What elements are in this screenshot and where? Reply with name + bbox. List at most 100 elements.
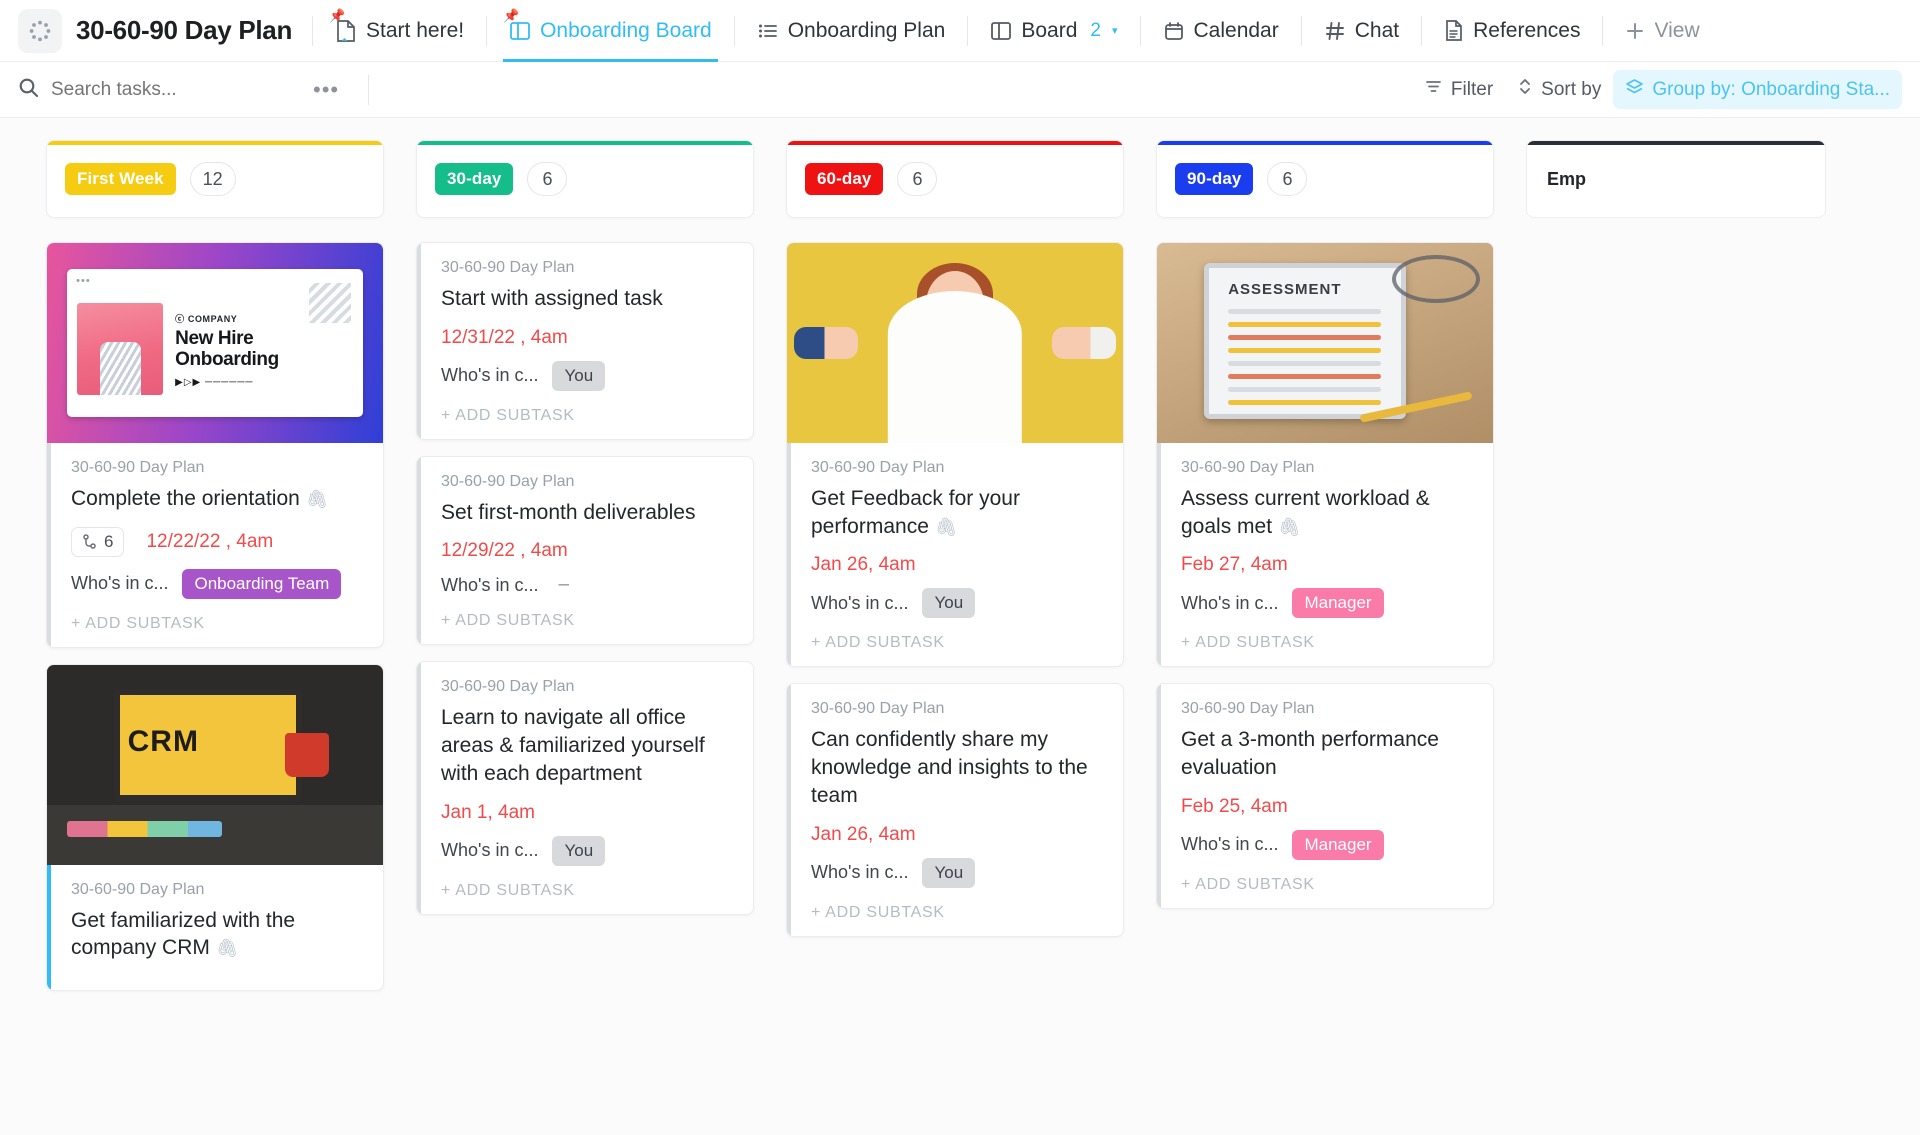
add-subtask-button[interactable]: + ADD SUBTASK [441,872,733,900]
task-card[interactable]: 30-60-90 Day Plan Can confidently share … [786,683,1124,937]
sort-button[interactable]: Sort by [1505,70,1613,109]
card-body: 30-60-90 Day Plan Get familiarized with … [47,865,383,990]
add-subtask-button[interactable]: + ADD SUBTASK [71,605,363,633]
nav-label: References [1473,18,1581,42]
more-options-icon[interactable]: ••• [313,77,339,103]
card-meta: 12/29/22 , 4am [441,540,733,562]
subtask-count[interactable]: 6 [71,526,125,557]
task-card[interactable]: 30-60-90 Day Plan Learn to navigate all … [416,661,754,915]
nav-onboarding-plan[interactable]: Onboarding Plan [745,0,958,62]
pin-icon: 📌 [329,7,346,23]
cover-heading-2: Onboarding [175,348,279,370]
add-subtask-button[interactable]: + ADD SUBTASK [1181,866,1473,894]
field-tag[interactable]: You [552,835,606,866]
field-tag[interactable]: Manager [1292,588,1384,619]
task-card[interactable]: CRM 30-60-90 Day Plan Get familiarized w… [46,663,384,992]
cover-chips [67,820,222,837]
board-column-30-day: 30-day 6 30-60-90 Day Plan Start with as… [416,140,754,1135]
due-date[interactable]: Jan 26, 4am [811,554,916,576]
card-title: Learn to navigate all office areas & fam… [441,706,705,785]
card-meta: Jan 1, 4am [441,802,733,824]
due-date[interactable]: 12/29/22 , 4am [441,540,568,562]
field-tag[interactable]: You [552,360,606,391]
nav-calendar[interactable]: Calendar [1151,0,1291,62]
due-date[interactable]: 12/22/22 , 4am [146,531,273,553]
task-card[interactable]: 30-60-90 Day Plan Get a 3-month performa… [1156,683,1494,909]
layers-icon [1625,77,1644,102]
task-card[interactable]: ••• ⓒ COMPANY New Hire Onboarding ▶▷▶ ──… [46,242,384,648]
due-date[interactable]: Feb 25, 4am [1181,796,1288,818]
task-card[interactable]: ASSESSMENT 30-60-90 Day Plan Assess curr… [1156,242,1494,668]
add-subtask-button[interactable]: + ADD SUBTASK [441,602,733,630]
nav-add-view[interactable]: View [1613,0,1711,62]
window-dots-icon: ••• [76,275,91,287]
card-field: Who's in c... You [811,857,1103,888]
field-label: Who's in c... [71,573,169,594]
card-field: Who's in c... You [811,588,1103,619]
divider [368,74,369,105]
status-badge: First Week [65,163,176,195]
task-card[interactable]: 30-60-90 Day Plan Get Feedback for your … [786,242,1124,668]
status-badge: Emp [1547,168,1587,189]
field-label: Who's in c... [441,840,539,861]
add-subtask-button[interactable]: + ADD SUBTASK [1181,624,1473,652]
nav-onboarding-board[interactable]: 📌 Onboarding Board [497,0,724,62]
board-column-first-week: First Week 12 ••• ⓒ COMPANY New Hire Onb… [46,140,384,1135]
add-subtask-button[interactable]: + ADD SUBTASK [441,397,733,425]
due-date[interactable]: 12/31/22 , 4am [441,327,568,349]
task-card[interactable]: 30-60-90 Day Plan Start with assigned ta… [416,242,754,440]
nav-start-here[interactable]: 📌 Start here! [323,0,476,62]
divider [967,15,969,46]
column-header[interactable]: First Week 12 [46,140,384,218]
column-cards: ASSESSMENT 30-60-90 Day Plan Assess curr… [1156,242,1494,909]
nav-label: Onboarding Board [540,18,712,42]
card-cover-crm: CRM [47,664,383,865]
nav-references[interactable]: References [1432,0,1592,62]
nav-label: Onboarding Plan [787,18,946,42]
board-toolbar: ••• Filter Sort by Group by: Onboarding … [0,62,1920,118]
filter-button[interactable]: Filter [1412,70,1505,109]
cover-word: CRM [127,724,199,758]
pin-icon: 📌 [503,7,520,23]
nav-chat[interactable]: Chat [1312,0,1411,62]
column-cards: ••• ⓒ COMPANY New Hire Onboarding ▶▷▶ ──… [46,242,384,992]
add-subtask-button[interactable]: + ADD SUBTASK [811,624,1103,652]
field-tag[interactable]: You [922,588,976,619]
task-card[interactable]: 30-60-90 Day Plan Set first-month delive… [416,455,754,646]
subtask-count-value: 6 [104,531,114,551]
due-date[interactable]: Jan 1, 4am [441,802,535,824]
chevron-down-icon[interactable]: ▾ [1112,24,1118,37]
cover-mug [285,732,330,777]
nav-label: Board [1021,18,1078,42]
card-meta: Feb 25, 4am [1181,796,1473,818]
status-badge: 60-day [805,163,884,195]
column-header[interactable]: 60-day 6 [786,140,1124,218]
filter-icon [1424,77,1443,102]
group-by-button[interactable]: Group by: Onboarding Sta... [1613,70,1902,109]
field-tag[interactable]: Onboarding Team [182,568,342,599]
cover-arm-left [793,327,858,359]
column-header[interactable]: Emp [1526,140,1826,218]
app-spinner-icon[interactable] [18,8,62,53]
search-input[interactable] [51,78,301,101]
column-header[interactable]: 90-day 6 [1156,140,1494,218]
divider [1300,15,1302,46]
card-breadcrumb: 30-60-90 Day Plan [441,678,575,696]
divider [312,15,314,46]
nav-board[interactable]: Board 2 ▾ [978,0,1129,62]
field-tag[interactable]: – [552,574,569,596]
calendar-icon [1163,20,1185,42]
card-field: Who's in c... Manager [1181,829,1473,860]
board-canvas: First Week 12 ••• ⓒ COMPANY New Hire Onb… [0,118,1920,1135]
card-title-text: Get Feedback for your performance [811,487,1020,538]
field-tag[interactable]: Manager [1292,829,1384,860]
board-column-employee-partial: Emp [1526,140,1826,218]
column-header[interactable]: 30-day 6 [416,140,754,218]
due-date[interactable]: Feb 27, 4am [1181,554,1288,576]
sort-icon [1517,77,1533,102]
add-subtask-button[interactable]: + ADD SUBTASK [811,894,1103,922]
card-title: Complete the orientation 🖇 [71,485,363,513]
cover-person [887,291,1023,443]
due-date[interactable]: Jan 26, 4am [811,824,916,846]
field-tag[interactable]: You [922,857,976,888]
